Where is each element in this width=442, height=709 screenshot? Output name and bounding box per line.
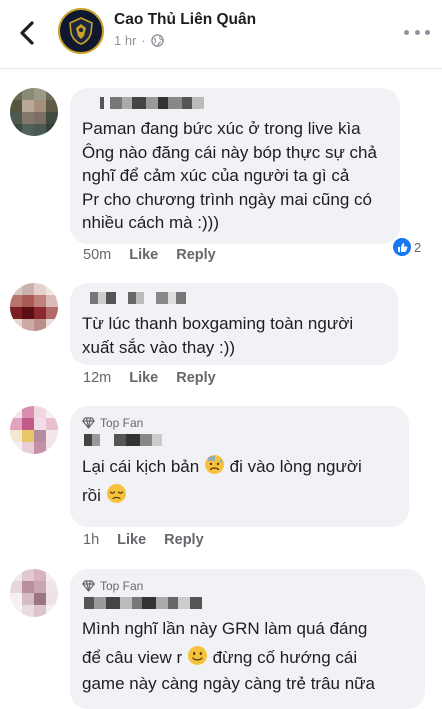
globe-icon — [150, 34, 164, 47]
top-fan-diamond-icon — [82, 580, 95, 592]
page-name[interactable]: Cao Thủ Liên Quân — [114, 11, 256, 29]
comment-time[interactable]: 50m — [83, 247, 111, 263]
page-avatar[interactable] — [58, 8, 104, 54]
back-arrow-icon — [20, 21, 34, 45]
top-fan-label: Top Fan — [100, 579, 144, 593]
more-icon-dot — [425, 29, 430, 35]
blurred-commenter-name[interactable] — [90, 292, 386, 304]
commenter-avatar[interactable] — [10, 406, 58, 454]
comment-text-line: Mình nghĩ lần này GRN làm quá đáng — [82, 619, 368, 638]
meta-separator: · — [141, 33, 146, 48]
comment-text-line: xuất sắc vào thay :)) — [82, 337, 236, 357]
comment-time[interactable]: 1h — [83, 532, 99, 548]
blurred-commenter-name[interactable] — [84, 434, 397, 446]
blurred-commenter-name[interactable] — [84, 597, 413, 609]
comment-text-line: game này càng ngày càng trẻ trâu nữa — [82, 674, 376, 693]
comment-text-line: để câu view r đừng cố hướng cái — [82, 645, 413, 670]
more-icon-dot — [414, 29, 420, 35]
commenter-avatar[interactable] — [10, 569, 58, 617]
comment-text-line: nhiều cách mà :))) — [82, 213, 219, 232]
comment-actions: 12m Like Reply — [83, 370, 216, 386]
reply-button[interactable]: Reply — [164, 532, 204, 548]
page-logo-icon — [69, 17, 93, 45]
reply-button[interactable]: Reply — [176, 370, 216, 386]
comment-text-line: Ông nào đăng cái này bóp thực sự chả — [82, 142, 377, 162]
top-fan-badge: Top Fan — [82, 415, 397, 431]
reply-button[interactable]: Reply — [176, 247, 216, 263]
comment-text-segment: Lại cái kịch bản — [82, 457, 204, 476]
comment-text-segment: rồi — [82, 485, 106, 505]
top-fan-badge: Top Fan — [82, 578, 413, 594]
unamused-emoji-icon — [106, 483, 126, 503]
post-header: Cao Thủ Liên Quân 1 hr · — [0, 0, 442, 69]
comment-text-segment: để câu view r — [82, 647, 187, 667]
like-button[interactable]: Like — [129, 370, 158, 386]
comment-text-line: Pr cho chương trình ngày mai cũng có — [82, 189, 372, 209]
comment-text-line: rồi — [82, 483, 397, 508]
comment-text-line: Từ lúc thanh boxgaming toàn người — [82, 314, 354, 333]
reaction-summary[interactable]: 2 — [393, 238, 421, 256]
back-button[interactable] — [14, 18, 40, 48]
comment-bubble[interactable]: Top Fan Lại cái kịch bản đi vào lòng ngư… — [70, 406, 409, 527]
post-time[interactable]: 1 hr — [114, 33, 136, 48]
like-reaction-icon — [393, 238, 411, 256]
like-button[interactable]: Like — [129, 247, 158, 263]
top-fan-diamond-icon — [82, 417, 95, 429]
comment-text-line: nghĩ để cảm xúc của người ta gì cả — [82, 166, 350, 185]
comment-bubble[interactable]: Paman đang bức xúc ở trong live kìa Ông … — [70, 88, 400, 244]
comment-text-segment: đừng cố hướng cái — [207, 647, 358, 667]
commenter-avatar[interactable] — [10, 88, 58, 136]
comment-bubble[interactable]: Top Fan Mình nghĩ lần này GRN làm quá đá… — [70, 569, 425, 709]
more-icon — [404, 29, 409, 35]
reaction-count: 2 — [414, 239, 422, 255]
comment-actions: 1h Like Reply — [83, 532, 204, 548]
slight-smile-emoji-icon — [187, 645, 207, 665]
more-options-button[interactable] — [404, 22, 430, 42]
post-meta: 1 hr · — [114, 33, 164, 48]
comment-time[interactable]: 12m — [83, 370, 111, 386]
comment-text-line: Paman đang bức xúc ở trong live kìa — [82, 119, 361, 138]
commenter-avatar[interactable] — [10, 283, 58, 331]
top-fan-label: Top Fan — [100, 416, 144, 430]
comment-bubble[interactable]: Từ lúc thanh boxgaming toàn người xuất s… — [70, 283, 398, 365]
blurred-commenter-name[interactable] — [100, 97, 388, 109]
sad-sweat-emoji-icon — [204, 455, 224, 474]
comment-text-segment: đi vào lòng người — [224, 457, 362, 476]
comment-text-line: Lại cái kịch bản đi vào lòng người — [82, 454, 397, 479]
like-button[interactable]: Like — [117, 532, 146, 548]
comment-actions: 50m Like Reply — [83, 247, 216, 263]
